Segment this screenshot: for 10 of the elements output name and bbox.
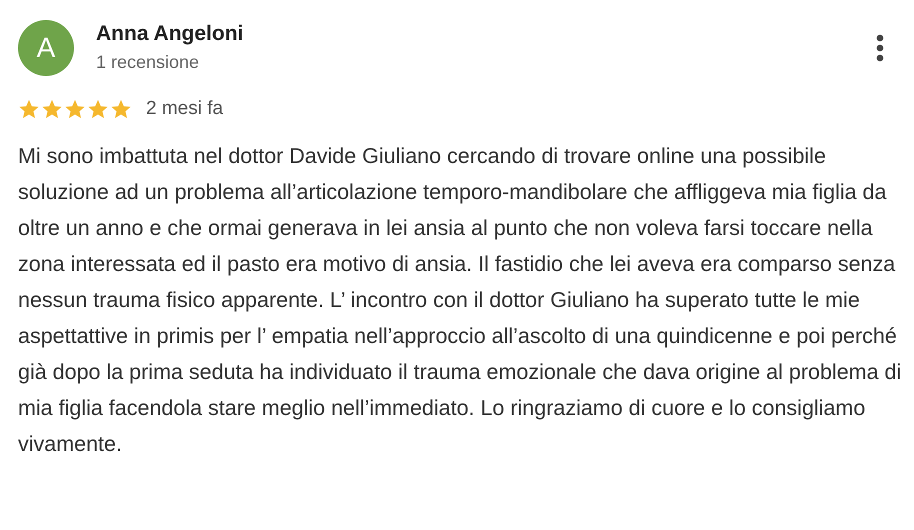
star-icon [18, 98, 40, 120]
more-options-icon[interactable] [876, 34, 884, 62]
star-icon [64, 98, 86, 120]
star-icon [110, 98, 132, 120]
author-name[interactable]: Anna Angeloni [96, 22, 876, 46]
star-icon [87, 98, 109, 120]
review-date: 2 mesi fa [146, 98, 224, 120]
review-text: Mi sono imbattuta nel dottor Davide Giuliano cercando di trovare online una possibile soluzione ad un problema all’articolazione temporo-mandibolare che affliggeva mia figlia da oltre un anno e che ormai generava in lei ansia al punto che non voleva farsi toccare nella zona interessata ed il pasto era motivo di ansia. Il fastidio che lei aveva era comparso senza nessun trauma fisico apparente. L’ incontro con il dottor Giuliano ha superato tutte le mie aspettattive in primis per l’ empatia nell’approccio all’ascolto di una quindicenne e poi perché già dopo la prima seduta ha individuato il trauma emozionale che dava origine al problema di mia figlia facendola stare meglio nell’immediato. Lo ringraziamo di cuore e lo consigliamo vivamente. [18, 143, 902, 458]
star-icon [41, 98, 63, 120]
review-count: 1 recensione [96, 52, 200, 73]
